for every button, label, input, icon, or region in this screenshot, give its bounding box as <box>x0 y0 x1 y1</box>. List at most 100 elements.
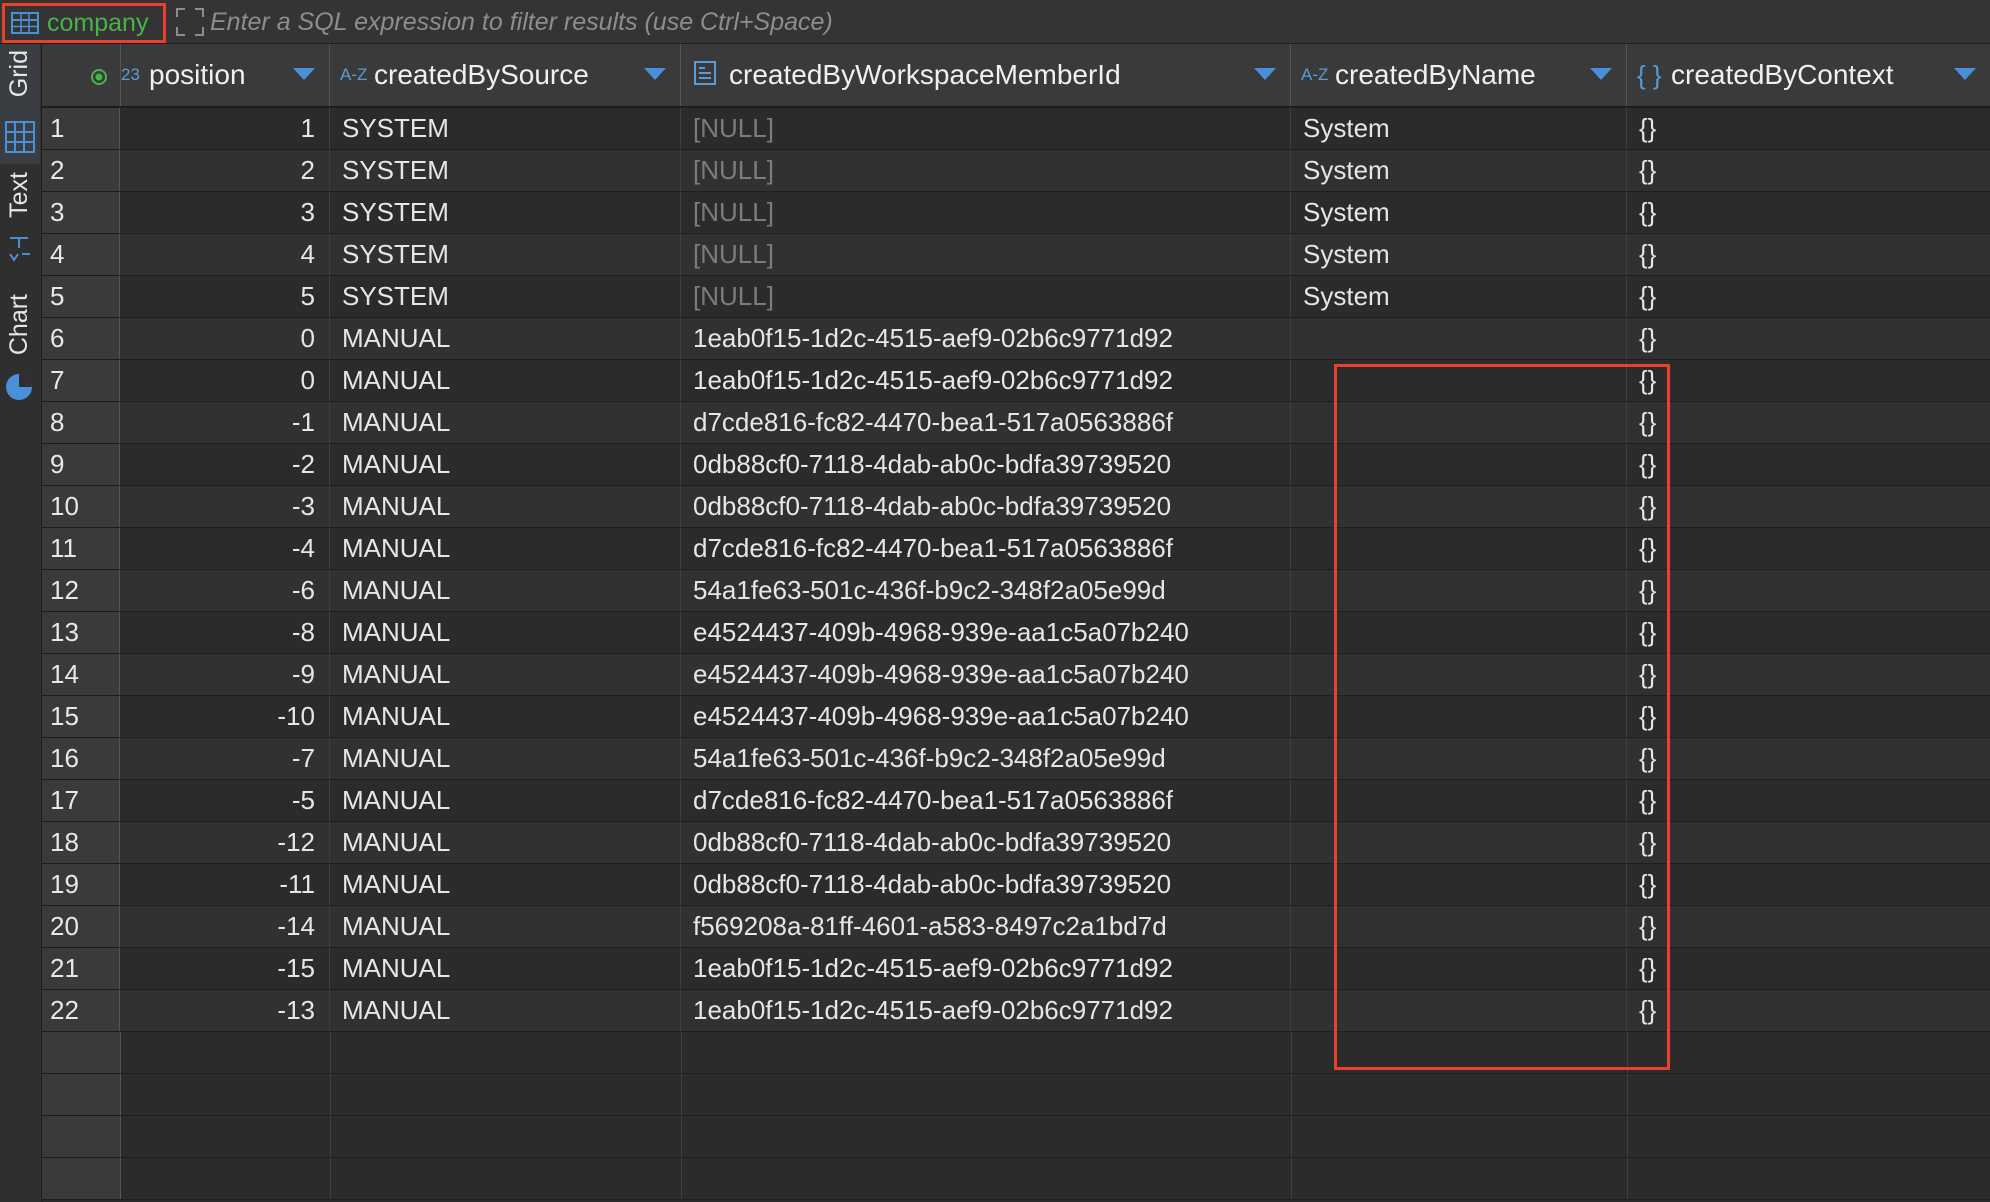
table-row[interactable]: 8 -1 MANUAL d7cde816-fc82-4470-bea1-517a056… <box>42 402 1990 444</box>
created-by-name-cell[interactable] <box>1291 570 1627 611</box>
created-by-workspace-member-id-cell[interactable]: 1eab0f15-1d2c-4515-aef9-02b6c9771d92 <box>681 948 1291 989</box>
row-number-cell[interactable]: 14 <box>42 654 120 695</box>
expand-icon[interactable] <box>175 7 205 42</box>
position-cell[interactable]: -12 <box>121 822 330 863</box>
created-by-source-cell[interactable]: MANUAL <box>330 612 681 653</box>
table-row[interactable]: 3 3 SYSTEM [NULL] System{} <box>42 192 1990 234</box>
created-by-workspace-member-id-cell[interactable]: 0db88cf0-7118-4dab-ab0c-bdfa39739520 <box>681 444 1291 485</box>
header-corner[interactable] <box>42 44 121 106</box>
created-by-workspace-member-id-cell[interactable]: d7cde816-fc82-4470-bea1-517a0563886f <box>681 528 1291 569</box>
table-row[interactable]: 15 -10 MANUAL e4524437-409b-4968-939e-aa1c5… <box>42 696 1990 738</box>
created-by-source-cell[interactable]: MANUAL <box>330 864 681 905</box>
created-by-name-cell[interactable]: System <box>1291 234 1627 275</box>
created-by-context-cell[interactable]: {} <box>1627 612 1990 653</box>
created-by-workspace-member-id-cell[interactable]: 0db88cf0-7118-4dab-ab0c-bdfa39739520 <box>681 486 1291 527</box>
created-by-source-cell[interactable]: SYSTEM <box>330 108 681 149</box>
created-by-source-cell[interactable]: MANUAL <box>330 696 681 737</box>
table-row[interactable]: 1 1 SYSTEM [NULL] System{} <box>42 108 1990 150</box>
created-by-workspace-member-id-cell[interactable]: [NULL] <box>681 276 1291 317</box>
position-cell[interactable]: -7 <box>121 738 330 779</box>
created-by-workspace-member-id-cell[interactable]: 1eab0f15-1d2c-4515-aef9-02b6c9771d92 <box>681 990 1291 1031</box>
created-by-name-cell[interactable] <box>1291 318 1627 359</box>
row-number-cell[interactable]: 20 <box>42 906 120 947</box>
created-by-name-cell[interactable] <box>1291 360 1627 401</box>
created-by-name-cell[interactable] <box>1291 612 1627 653</box>
column-header-createdByName[interactable]: A-Z createdByName <box>1291 44 1627 106</box>
table-row[interactable]: 14 -9 MANUAL e4524437-409b-4968-939e-aa1c5a… <box>42 654 1990 696</box>
created-by-context-cell[interactable]: {} <box>1627 696 1990 737</box>
created-by-context-cell[interactable]: {} <box>1627 948 1990 989</box>
created-by-context-cell[interactable]: {} <box>1627 150 1990 191</box>
created-by-source-cell[interactable]: MANUAL <box>330 822 681 863</box>
created-by-context-cell[interactable]: {} <box>1627 738 1990 779</box>
created-by-source-cell[interactable]: MANUAL <box>330 318 681 359</box>
created-by-workspace-member-id-cell[interactable]: e4524437-409b-4968-939e-aa1c5a07b240 <box>681 654 1291 695</box>
created-by-context-cell[interactable]: {} <box>1627 318 1990 359</box>
row-number-cell[interactable]: 13 <box>42 612 120 653</box>
created-by-name-cell[interactable] <box>1291 444 1627 485</box>
created-by-context-cell[interactable]: {} <box>1627 402 1990 443</box>
created-by-workspace-member-id-cell[interactable]: 0db88cf0-7118-4dab-ab0c-bdfa39739520 <box>681 864 1291 905</box>
created-by-name-cell[interactable] <box>1291 822 1627 863</box>
created-by-context-cell[interactable]: {} <box>1627 780 1990 821</box>
row-number-cell[interactable]: 4 <box>42 234 120 275</box>
sort-arrow-icon[interactable] <box>1590 68 1612 80</box>
position-cell[interactable]: -13 <box>121 990 330 1031</box>
created-by-source-cell[interactable]: MANUAL <box>330 402 681 443</box>
created-by-name-cell[interactable] <box>1291 654 1627 695</box>
position-cell[interactable]: -8 <box>121 612 330 653</box>
row-number-cell[interactable]: 2 <box>42 150 120 191</box>
created-by-context-cell[interactable]: {} <box>1627 276 1990 317</box>
sort-arrow-icon[interactable] <box>1254 68 1276 80</box>
created-by-workspace-member-id-cell[interactable]: 1eab0f15-1d2c-4515-aef9-02b6c9771d92 <box>681 318 1291 359</box>
table-row[interactable]: 5 5 SYSTEM [NULL] System{} <box>42 276 1990 318</box>
table-row[interactable]: 11 -4 MANUAL d7cde816-fc82-4470-bea1-517a05… <box>42 528 1990 570</box>
position-cell[interactable]: 5 <box>121 276 330 317</box>
created-by-workspace-member-id-cell[interactable]: d7cde816-fc82-4470-bea1-517a0563886f <box>681 780 1291 821</box>
row-number-cell[interactable]: 11 <box>42 528 120 569</box>
row-number-cell[interactable]: 6 <box>42 318 120 359</box>
created-by-name-cell[interactable] <box>1291 486 1627 527</box>
created-by-source-cell[interactable]: MANUAL <box>330 948 681 989</box>
row-number-cell[interactable]: 18 <box>42 822 120 863</box>
row-number-cell[interactable]: 8 <box>42 402 120 443</box>
table-row[interactable]: 9 -2 MANUAL 0db88cf0-7118-4dab-ab0c-bdfa397… <box>42 444 1990 486</box>
table-row[interactable]: 2 2 SYSTEM [NULL] System{} <box>42 150 1990 192</box>
row-number-cell[interactable]: 3 <box>42 192 120 233</box>
position-cell[interactable]: 4 <box>121 234 330 275</box>
position-cell[interactable]: 1 <box>121 108 330 149</box>
created-by-source-cell[interactable]: SYSTEM <box>330 150 681 191</box>
created-by-context-cell[interactable]: {} <box>1627 654 1990 695</box>
created-by-context-cell[interactable]: {} <box>1627 822 1990 863</box>
table-row[interactable]: 12 -6 MANUAL 54a1fe63-501c-436f-b9c2-348f2a… <box>42 570 1990 612</box>
created-by-source-cell[interactable]: MANUAL <box>330 360 681 401</box>
position-cell[interactable]: -6 <box>121 570 330 611</box>
created-by-context-cell[interactable]: {} <box>1627 486 1990 527</box>
created-by-context-cell[interactable]: {} <box>1627 570 1990 611</box>
created-by-name-cell[interactable]: System <box>1291 150 1627 191</box>
table-row[interactable]: 4 4 SYSTEM [NULL] System{} <box>42 234 1990 276</box>
row-number-cell[interactable]: 17 <box>42 780 120 821</box>
row-number-cell[interactable]: 15 <box>42 696 120 737</box>
created-by-name-cell[interactable] <box>1291 990 1627 1031</box>
created-by-source-cell[interactable]: MANUAL <box>330 654 681 695</box>
column-header-createdBySource[interactable]: A-Z createdBySource <box>330 44 681 106</box>
created-by-source-cell[interactable]: MANUAL <box>330 528 681 569</box>
table-row[interactable]: 17 -5 MANUAL d7cde816-fc82-4470-bea1-517a05… <box>42 780 1990 822</box>
position-cell[interactable]: -11 <box>121 864 330 905</box>
sort-arrow-icon[interactable] <box>644 68 666 80</box>
sql-filter-input[interactable] <box>208 4 1912 40</box>
created-by-source-cell[interactable]: MANUAL <box>330 570 681 611</box>
created-by-source-cell[interactable]: MANUAL <box>330 486 681 527</box>
column-header-position[interactable]: 23 position <box>121 44 330 106</box>
position-cell[interactable]: -15 <box>121 948 330 989</box>
tab-chart[interactable]: Chart <box>0 294 40 454</box>
table-row[interactable]: 6 0 MANUAL 1eab0f15-1d2c-4515-aef9-02b6c977… <box>42 318 1990 360</box>
column-header-createdByWorkspaceMemberId[interactable]: createdByWorkspaceMemberId <box>681 44 1291 106</box>
created-by-name-cell[interactable] <box>1291 948 1627 989</box>
table-row[interactable]: 7 0 MANUAL 1eab0f15-1d2c-4515-aef9-02b6c977… <box>42 360 1990 402</box>
row-number-cell[interactable]: 19 <box>42 864 120 905</box>
created-by-context-cell[interactable]: {} <box>1627 864 1990 905</box>
created-by-source-cell[interactable]: SYSTEM <box>330 276 681 317</box>
row-number-cell[interactable]: 9 <box>42 444 120 485</box>
